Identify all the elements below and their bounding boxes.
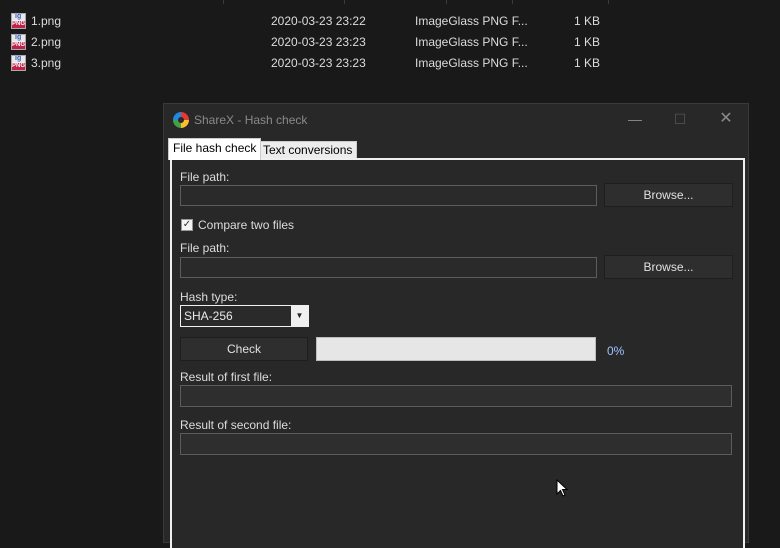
file-size: 1 KB (573, 35, 600, 49)
file-date: 2020-03-23 23:22 (271, 14, 366, 28)
file-path-label: File path: (180, 170, 230, 184)
column-separator[interactable] (223, 0, 224, 4)
compare-checkbox[interactable]: ✓ (181, 219, 193, 231)
window-title: ShareX - Hash check (194, 113, 308, 127)
file-path2-label: File path: (180, 241, 230, 255)
imageglass-png-icon: ig PNG (11, 55, 26, 71)
compare-label[interactable]: Compare two files (198, 218, 294, 232)
file-name: 1.png (31, 14, 62, 28)
check-button[interactable]: Check (180, 337, 308, 361)
result1-label: Result of first file: (180, 370, 273, 384)
file-type: ImageGlass PNG F... (415, 56, 528, 70)
browse2-button[interactable]: Browse... (604, 255, 733, 279)
column-separator[interactable] (608, 0, 609, 4)
imageglass-png-icon: ig PNG (11, 13, 26, 29)
hash-check-window: ShareX - Hash check — ☐ ✕ File hash chec… (163, 103, 749, 548)
close-button[interactable]: ✕ (712, 110, 740, 128)
chevron-down-icon[interactable]: ▼ (291, 306, 308, 326)
file-name: 3.png (31, 56, 62, 70)
progress-bar (316, 337, 596, 361)
file-size: 1 KB (573, 14, 600, 28)
result1-output[interactable] (180, 385, 732, 407)
mouse-cursor-icon (556, 479, 569, 497)
file-row[interactable]: ig PNG 1.png 2020-03-23 23:22 ImageGlass … (0, 11, 620, 31)
maximize-button[interactable]: ☐ (666, 110, 694, 128)
file-row[interactable]: ig PNG 3.png 2020-03-23 23:23 ImageGlass … (0, 53, 620, 73)
file-path2-input[interactable] (180, 257, 597, 278)
column-separator[interactable] (512, 0, 513, 4)
file-path-input[interactable] (180, 185, 597, 206)
file-type: ImageGlass PNG F... (415, 35, 528, 49)
hash-type-select[interactable]: SHA-256 ▼ (180, 305, 309, 327)
hash-type-label: Hash type: (180, 290, 238, 304)
minimize-button[interactable]: — (621, 110, 649, 128)
sharex-logo-icon (173, 112, 189, 128)
progress-text: 0% (607, 344, 625, 358)
file-size: 1 KB (573, 56, 600, 70)
file-name: 2.png (31, 35, 62, 49)
hash-type-value: SHA-256 (184, 309, 233, 323)
column-separator[interactable] (446, 0, 447, 4)
tab-file-hash-check[interactable]: File hash check (168, 138, 262, 160)
file-row[interactable]: ig PNG 2.png 2020-03-23 23:23 ImageGlass … (0, 32, 620, 52)
result2-output[interactable] (180, 433, 732, 455)
file-date: 2020-03-23 23:23 (271, 56, 366, 70)
column-separator[interactable] (344, 0, 345, 4)
file-type: ImageGlass PNG F... (415, 14, 528, 28)
file-date: 2020-03-23 23:23 (271, 35, 366, 49)
browse-button[interactable]: Browse... (604, 183, 733, 207)
imageglass-png-icon: ig PNG (11, 34, 26, 50)
tab-text-conversions[interactable]: Text conversions (258, 141, 358, 159)
result2-label: Result of second file: (180, 418, 292, 432)
tab-panel: File path: Browse... ✓ Compare two files… (170, 158, 745, 548)
